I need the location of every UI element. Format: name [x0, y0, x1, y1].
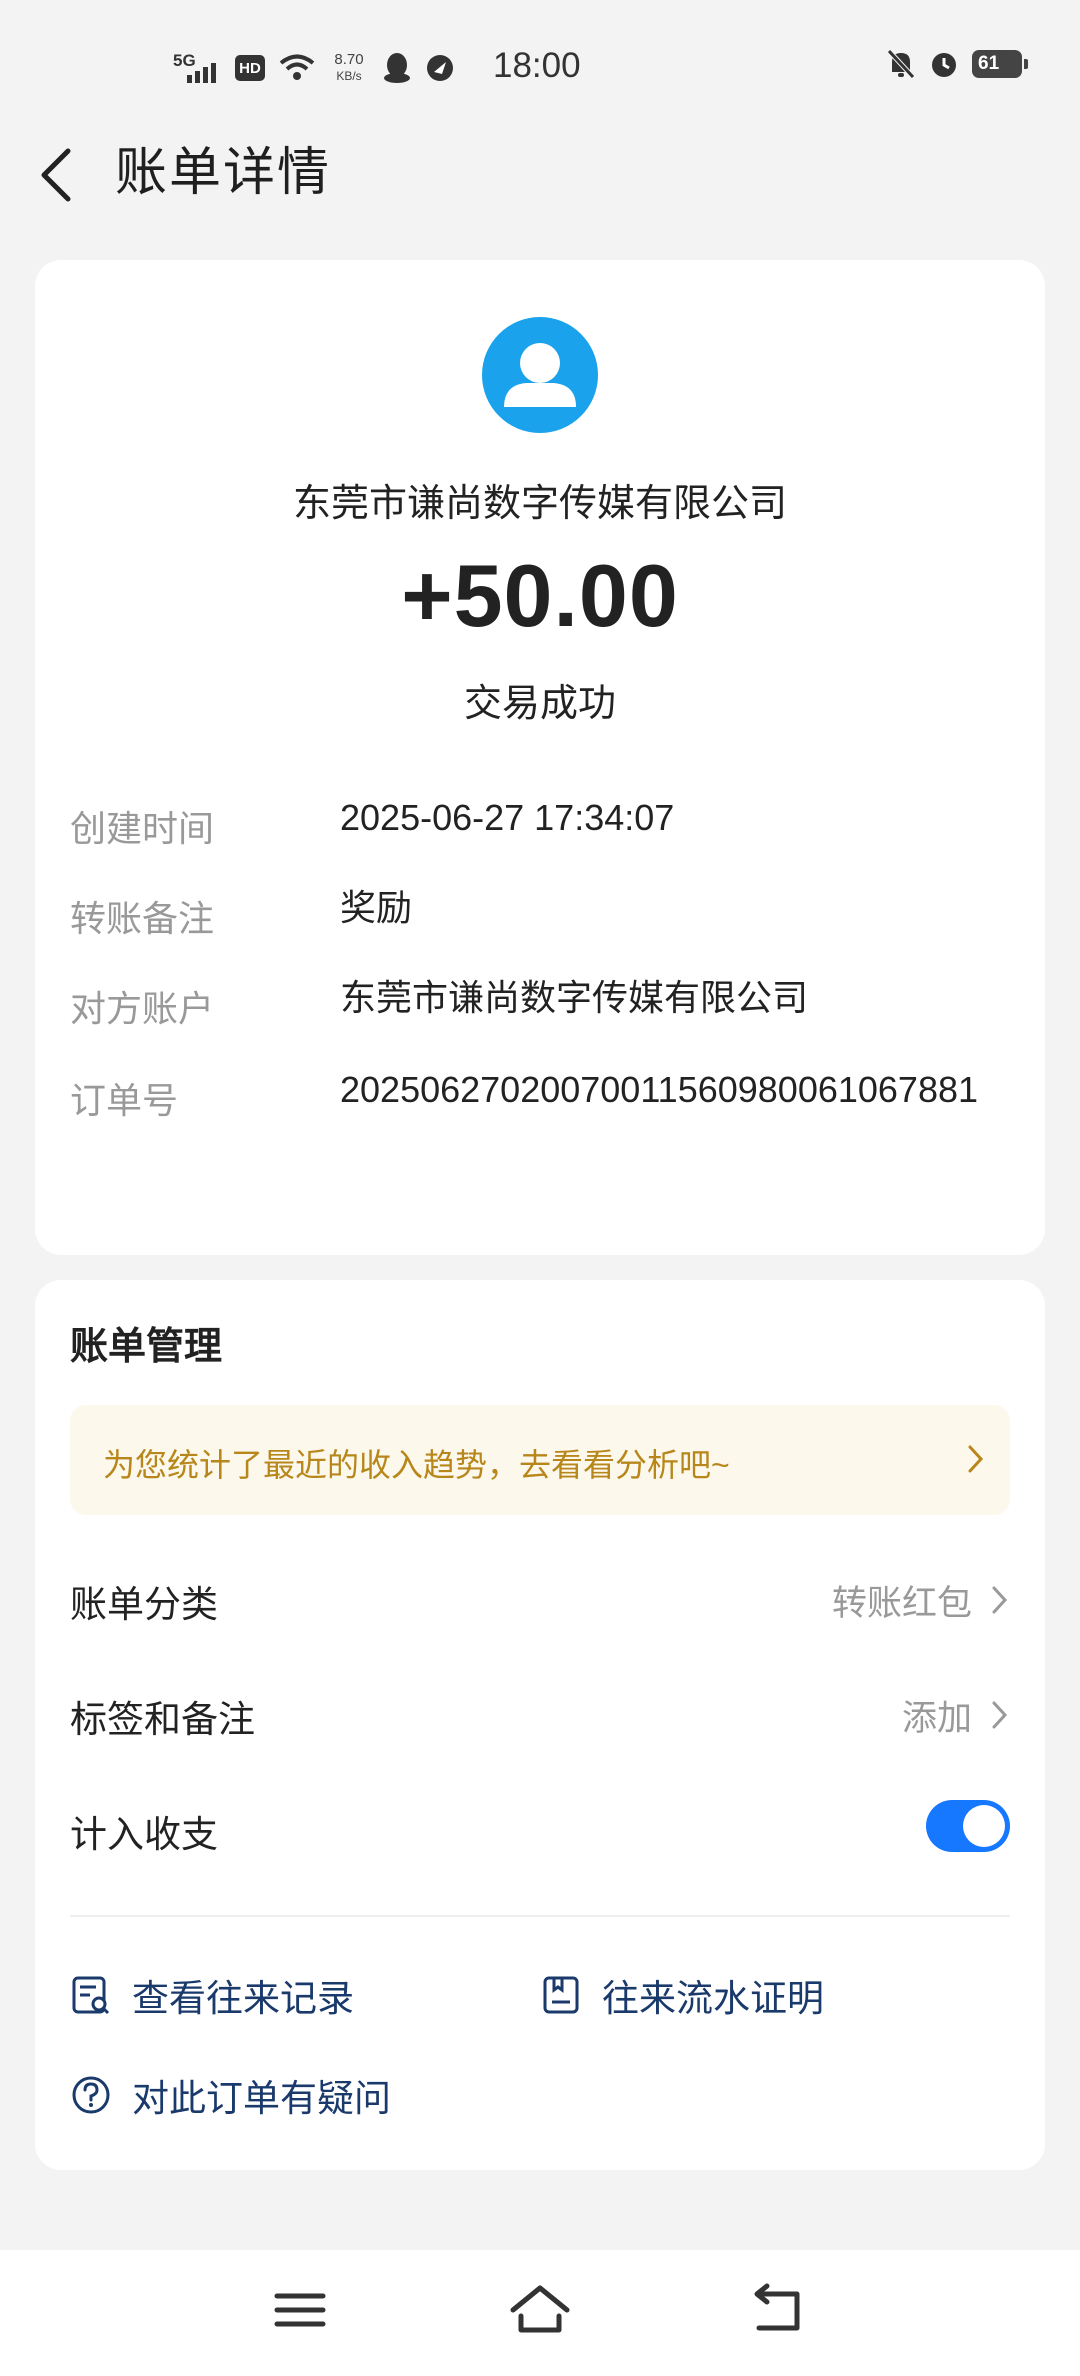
counterparty-value: 东莞市谦尚数字传媒有限公司	[340, 977, 809, 1018]
menu-button[interactable]	[265, 2280, 335, 2340]
cellular-signal-icon: 5G	[173, 51, 221, 85]
user-icon	[504, 343, 576, 407]
include-in-budget-label: 计入收支	[70, 1814, 218, 1855]
transaction-status: 交易成功	[463, 683, 616, 725]
order-question-link[interactable]: 对此订单有疑问	[70, 2065, 391, 2125]
back-arrow-icon	[754, 2283, 800, 2331]
system-navigation-bar	[0, 2250, 1080, 2376]
certificate-icon	[543, 1976, 579, 2014]
transfer-note-label: 转账备注	[70, 898, 215, 939]
silent-bell-icon	[887, 49, 915, 79]
divider	[70, 1915, 1010, 1917]
avatar	[482, 317, 598, 433]
counterparty-label: 对方账户	[70, 988, 215, 1029]
bill-category-label: 账单分类	[70, 1584, 218, 1625]
promo-text: 为您统计了最近的收入趋势，去看看分析吧~	[103, 1447, 730, 1483]
created-time-value: 2025-06-27 17:34:07	[340, 797, 675, 838]
include-in-budget-toggle[interactable]	[926, 1800, 1010, 1852]
hd-icon: HD	[235, 55, 265, 81]
back-nav-button[interactable]	[745, 2280, 815, 2340]
order-question-label: 对此订单有疑问	[132, 2078, 391, 2119]
alarm-icon	[932, 53, 956, 77]
order-number-value: 20250627020070011560980061067881	[340, 1069, 979, 1110]
section-title: 账单管理	[70, 1326, 223, 1368]
bill-category-value: 转账红包	[831, 1584, 972, 1623]
view-records-label: 查看往来记录	[132, 1978, 354, 2019]
transfer-note-value: 奖励	[340, 887, 413, 928]
app-notification-icon	[427, 55, 453, 81]
network-speed: 8.70 KB/s	[334, 51, 364, 84]
page-header: 账单详情	[0, 135, 1080, 265]
tags-notes-label: 标签和备注	[70, 1699, 255, 1740]
record-list-icon	[72, 1976, 110, 2015]
transaction-card: 东莞市谦尚数字传媒有限公司 +50.00 交易成功 创建时间 2025-06-2…	[35, 260, 1045, 1255]
clock: 18:00	[493, 46, 581, 85]
chevron-right-icon	[968, 1445, 984, 1473]
toggle-knob	[963, 1805, 1005, 1847]
payee-name: 东莞市谦尚数字传媒有限公司	[292, 483, 787, 525]
chevron-right-icon	[992, 1586, 1008, 1614]
status-bar: 5G HD 8.70 KB/s 18:00 61	[0, 0, 1080, 135]
chevron-left-icon	[41, 148, 71, 202]
qq-icon	[384, 53, 410, 83]
battery-icon: 61	[972, 50, 1028, 78]
back-button[interactable]	[36, 145, 76, 205]
income-trend-banner[interactable]: 为您统计了最近的收入趋势，去看看分析吧~	[70, 1405, 1010, 1515]
page-title: 账单详情	[115, 144, 332, 202]
menu-icon	[274, 2293, 326, 2327]
tags-notes-value: 添加	[901, 1699, 972, 1738]
chevron-right-icon	[992, 1701, 1008, 1729]
home-icon	[510, 2285, 570, 2333]
bill-management-card: 账单管理 为您统计了最近的收入趋势，去看看分析吧~ 账单分类 转账红包 标签和备…	[35, 1280, 1045, 2170]
view-records-link[interactable]: 查看往来记录	[70, 1965, 354, 2025]
wifi-icon	[279, 54, 315, 80]
status-icons-left: 5G HD 8.70 KB/s	[173, 48, 455, 88]
amount: +50.00	[401, 546, 679, 645]
tags-notes-row[interactable]: 标签和备注 添加	[70, 1675, 1010, 1755]
include-in-budget-row: 计入收支	[70, 1790, 1010, 1870]
bill-category-row[interactable]: 账单分类 转账红包	[70, 1560, 1010, 1640]
transaction-proof-link[interactable]: 往来流水证明	[540, 1965, 824, 2025]
question-icon	[72, 2076, 110, 2114]
created-time-label: 创建时间	[70, 808, 215, 849]
transaction-proof-label: 往来流水证明	[602, 1978, 824, 2019]
order-number-label: 订单号	[70, 1080, 179, 1121]
home-button[interactable]	[505, 2280, 575, 2340]
status-icons-right: 61	[886, 48, 1028, 80]
